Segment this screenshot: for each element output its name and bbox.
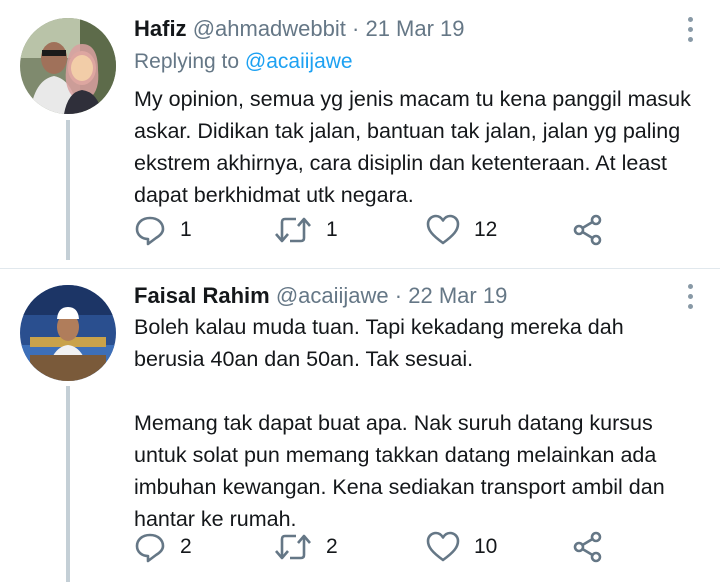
reply-button[interactable]: 1: [134, 210, 192, 250]
like-count: 12: [474, 218, 498, 241]
tweet-actions: 2 2 10: [134, 527, 614, 567]
retweet-icon: [275, 534, 311, 560]
tweet-1[interactable]: Hafiz @ahmadwebbit · 21 Mar 19 Replying …: [0, 0, 720, 268]
avatar[interactable]: [20, 285, 116, 381]
share-icon: [573, 214, 602, 246]
avatar[interactable]: [20, 18, 116, 114]
reply-count: 1: [180, 218, 192, 241]
user-handle[interactable]: @acaiijawe: [276, 283, 389, 308]
share-button[interactable]: [572, 527, 604, 567]
separator: ·: [394, 283, 403, 308]
replying-to-label: Replying to: [134, 50, 240, 73]
tweet-header: Faisal Rahim @acaiijawe · 22 Mar 19: [134, 283, 507, 309]
reply-icon: [135, 216, 165, 246]
replying-to-handle[interactable]: @acaiijawe: [245, 50, 353, 73]
separator: ·: [352, 16, 360, 41]
tweet-2[interactable]: Faisal Rahim @acaiijawe · 22 Mar 19 Bole…: [0, 268, 720, 582]
more-options-icon[interactable]: [686, 17, 694, 42]
like-button[interactable]: 12: [426, 210, 497, 250]
retweet-count: 2: [326, 535, 338, 558]
tweet-actions: 1 1 12: [134, 210, 614, 250]
tweet-header: Hafiz @ahmadwebbit · 21 Mar 19: [134, 16, 465, 42]
display-name[interactable]: Faisal Rahim: [134, 283, 270, 308]
like-button[interactable]: 10: [426, 527, 497, 567]
retweet-count: 1: [326, 218, 338, 241]
like-count: 10: [474, 535, 498, 558]
heart-icon: [426, 531, 460, 562]
reply-count: 2: [180, 535, 192, 558]
heart-icon: [426, 214, 460, 245]
share-icon: [573, 531, 602, 563]
share-button[interactable]: [572, 210, 604, 250]
tweet-text: Boleh kalau muda tuan. Tapi kekadang mer…: [134, 315, 665, 531]
more-options-icon[interactable]: [686, 284, 694, 309]
retweet-icon: [275, 217, 311, 243]
replying-to: Replying to @acaiijawe: [134, 50, 353, 74]
retweet-button[interactable]: 2: [274, 527, 338, 567]
display-name[interactable]: Hafiz: [134, 16, 187, 41]
retweet-button[interactable]: 1: [274, 210, 338, 250]
tweet-date[interactable]: 22 Mar 19: [408, 283, 507, 308]
reply-button[interactable]: 2: [134, 527, 192, 567]
tweet-text: My opinion, semua yg jenis macam tu kena…: [134, 87, 691, 207]
user-handle[interactable]: @ahmadwebbit: [193, 16, 346, 41]
tweet-date[interactable]: 21 Mar 19: [365, 16, 464, 41]
reply-icon: [135, 533, 165, 563]
